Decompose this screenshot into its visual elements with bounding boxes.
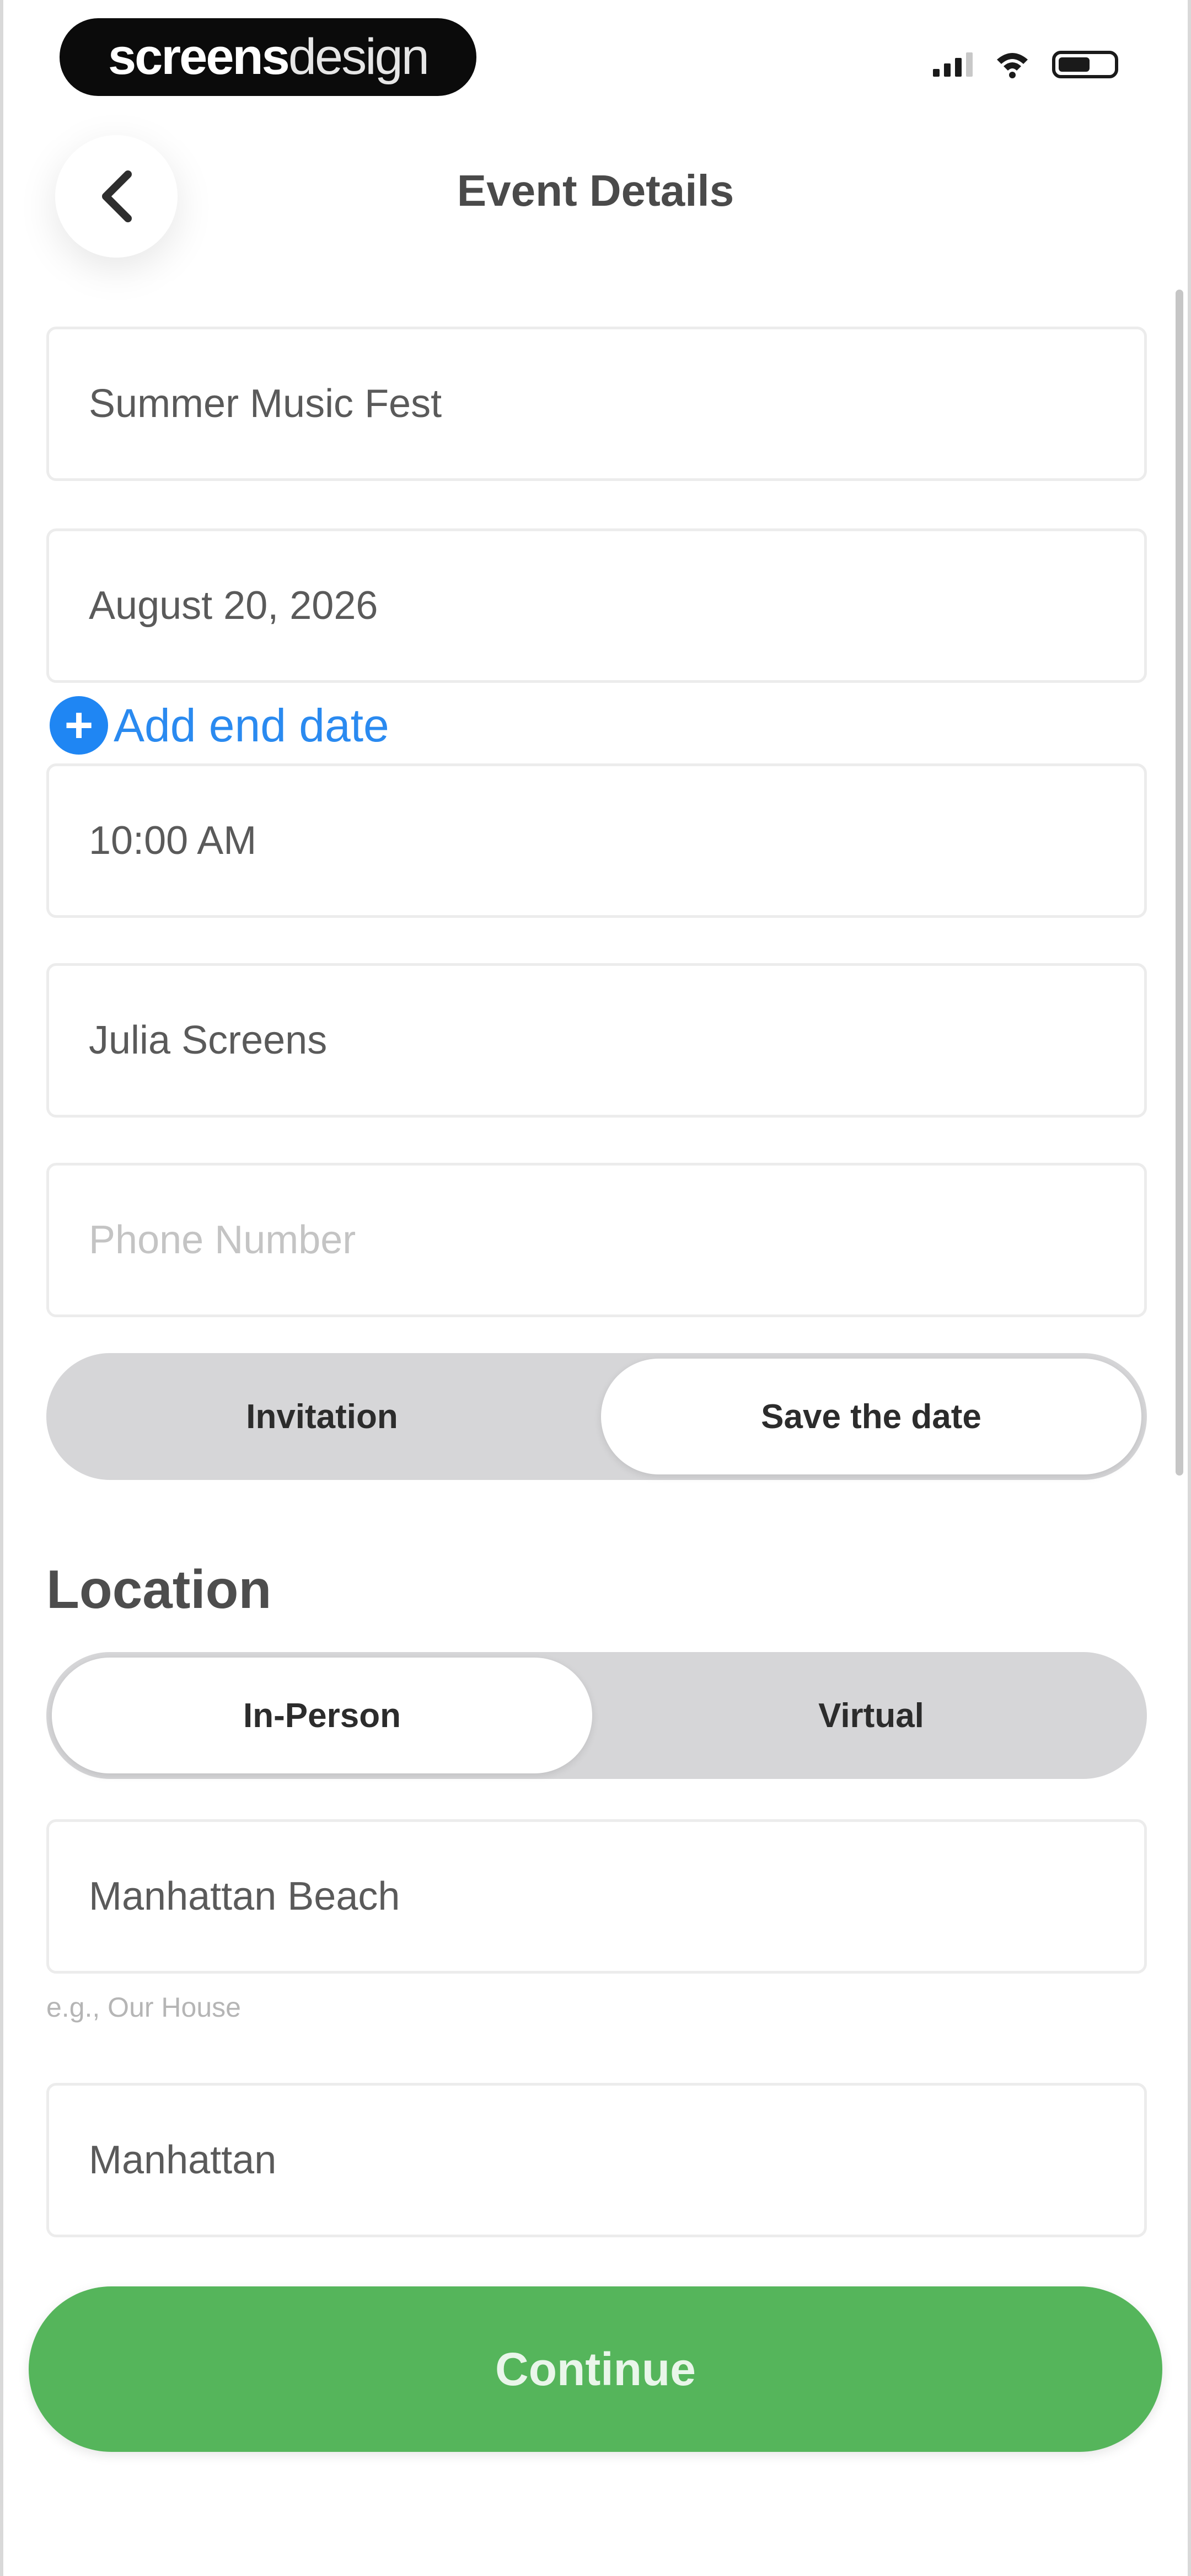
- phone-number-field[interactable]: Phone Number: [46, 1163, 1147, 1317]
- event-name-field[interactable]: Summer Music Fest: [46, 327, 1147, 481]
- status-icons: [933, 51, 1118, 78]
- location-heading: Location: [46, 1559, 272, 1620]
- event-time-field[interactable]: 10:00 AM: [46, 763, 1147, 918]
- event-date-field[interactable]: August 20, 2026: [46, 528, 1147, 683]
- wifi-icon: [997, 53, 1028, 78]
- brand-logo: screens design: [60, 18, 476, 96]
- city-field[interactable]: Manhattan: [46, 2083, 1147, 2237]
- page-title: Event Details: [457, 166, 734, 215]
- invitation-option[interactable]: Invitation: [52, 1359, 592, 1474]
- save-the-date-option[interactable]: Save the date: [601, 1359, 1141, 1474]
- card-type-toggle: Invitation Save the date: [46, 1353, 1147, 1480]
- continue-button[interactable]: Continue: [29, 2286, 1162, 2452]
- venue-name-field[interactable]: Manhattan Beach: [46, 1819, 1147, 1974]
- device-frame-edge: [0, 0, 3, 2576]
- scrollbar[interactable]: [1176, 290, 1183, 1476]
- venue-name-hint: e.g., Our House: [46, 1992, 241, 2023]
- device-frame-edge: [1188, 0, 1191, 2576]
- brand-logo-light: design: [288, 29, 430, 85]
- virtual-option[interactable]: Virtual: [601, 1658, 1141, 1773]
- location-mode-toggle: In-Person Virtual: [46, 1652, 1147, 1779]
- brand-logo-bold: screens: [108, 29, 290, 85]
- in-person-option[interactable]: In-Person: [52, 1658, 592, 1773]
- add-end-date-link[interactable]: + Add end date: [50, 696, 389, 755]
- cellular-signal-icon: [933, 52, 973, 77]
- host-name-field[interactable]: Julia Screens: [46, 963, 1147, 1118]
- plus-circle-icon: +: [50, 696, 108, 755]
- battery-icon: [1052, 51, 1118, 78]
- add-end-date-label: Add end date: [114, 699, 389, 751]
